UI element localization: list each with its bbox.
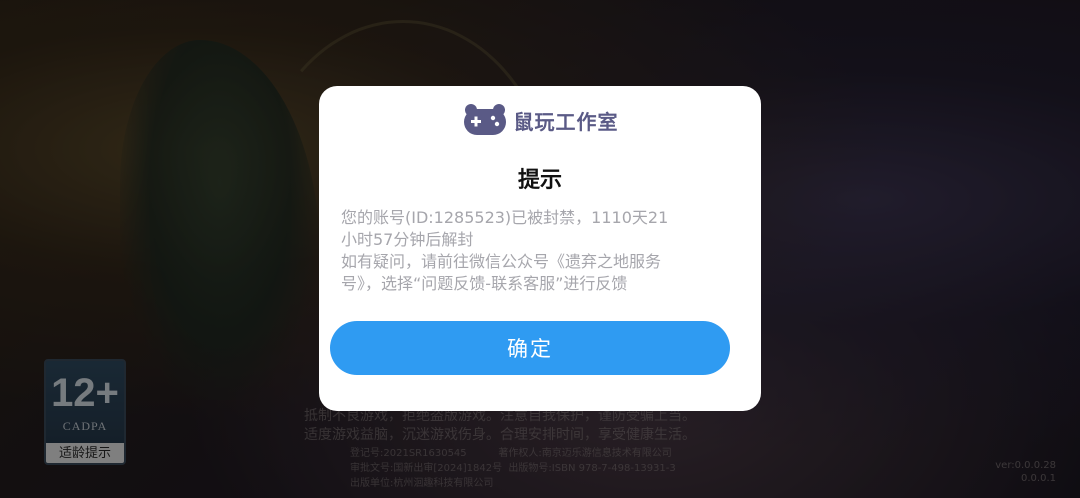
message-line: 您的账号(ID:1285523)已被封禁，1110天21 (341, 208, 669, 227)
message-line: 如有疑问，请前往微信公众号《遗弃之地服务 (341, 252, 662, 271)
brand-header: 鼠玩工作室 (319, 102, 761, 138)
message-line: 小时57分钟后解封 (341, 230, 474, 249)
confirm-button[interactable]: 确定 (330, 321, 730, 375)
message-line: 号》，选择“问题反馈-联系客服”进行反馈 (341, 274, 628, 293)
ban-notice-dialog: 鼠玩工作室 提示 您的账号(ID:1285523)已被封禁，1110天21 小时… (319, 86, 761, 411)
gamepad-mouse-icon (463, 104, 506, 135)
dialog-message: 您的账号(ID:1285523)已被封禁，1110天21 小时57分钟后解封 如… (341, 207, 741, 295)
brand-name: 鼠玩工作室 (513, 109, 619, 134)
dialog-title: 提示 (517, 168, 562, 193)
